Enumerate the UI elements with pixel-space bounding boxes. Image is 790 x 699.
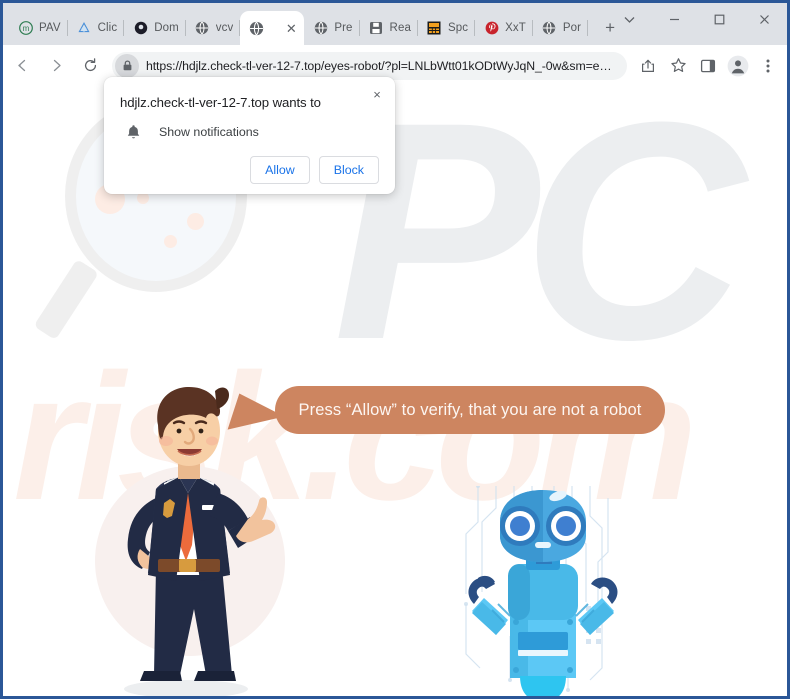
robot-illustration bbox=[448, 484, 638, 696]
notification-permission-dialog: × hdjlz.check-tl-ver-12-7.top wants to S… bbox=[104, 77, 395, 194]
close-window-button[interactable] bbox=[742, 3, 787, 36]
speech-bubble-text: Press “Allow” to verify, that you are no… bbox=[298, 400, 642, 419]
tab-rea[interactable]: Rea bbox=[360, 11, 418, 45]
globe-icon bbox=[313, 21, 328, 36]
tab-label: Rea bbox=[389, 22, 411, 34]
share-icon[interactable] bbox=[634, 52, 662, 80]
tab-pav[interactable]: m PAV bbox=[9, 11, 68, 45]
dark-circle-icon bbox=[133, 21, 148, 36]
permission-dialog-title: hdjlz.check-tl-ver-12-7.top wants to bbox=[120, 95, 321, 110]
tab-label: XxT bbox=[505, 22, 526, 34]
bookmark-star-icon[interactable] bbox=[664, 52, 692, 80]
minimize-button[interactable] bbox=[652, 3, 697, 36]
tab-dom[interactable]: Dom bbox=[124, 11, 186, 45]
lock-icon[interactable] bbox=[115, 53, 139, 78]
tab-active-eyes-robot[interactable]: ✕ bbox=[240, 11, 305, 45]
decor-blob bbox=[187, 213, 204, 230]
tab-label: Clic bbox=[97, 22, 118, 34]
url-text[interactable]: https://hdjlz.check-tl-ver-12-7.top/eyes… bbox=[146, 59, 612, 73]
tab-search-button[interactable] bbox=[607, 3, 652, 36]
tab-label: Pre bbox=[334, 22, 353, 34]
save-disk-icon bbox=[369, 21, 384, 36]
allow-button[interactable]: Allow bbox=[250, 156, 310, 184]
side-panel-icon[interactable] bbox=[694, 52, 722, 80]
forward-button[interactable] bbox=[41, 51, 71, 81]
tab-clic[interactable]: Clic bbox=[68, 11, 125, 45]
globe-icon bbox=[542, 21, 557, 36]
address-bar[interactable]: https://hdjlz.check-tl-ver-12-7.top/eyes… bbox=[112, 51, 627, 80]
permission-row: Show notifications bbox=[120, 124, 379, 140]
pinterest-icon bbox=[484, 21, 499, 36]
tab-pre[interactable]: Pre bbox=[304, 11, 360, 45]
close-icon[interactable]: × bbox=[367, 84, 387, 104]
svg-text:m: m bbox=[22, 24, 29, 33]
tab-xxt[interactable]: XxT bbox=[475, 11, 533, 45]
browser-window: m PAV Clic Dom vcv ✕ Pre Rea Spc XxT Por… bbox=[0, 0, 790, 699]
calculator-icon bbox=[427, 21, 442, 36]
decor-blob bbox=[164, 235, 177, 248]
globe-icon bbox=[249, 21, 264, 36]
reload-button[interactable] bbox=[75, 51, 105, 81]
tab-spc[interactable]: Spc bbox=[418, 11, 476, 45]
tab-close-icon[interactable]: ✕ bbox=[282, 19, 300, 37]
permission-actions: Allow Block bbox=[120, 156, 379, 184]
tab-label: Por bbox=[562, 22, 582, 34]
tab-vcv[interactable]: vcv bbox=[186, 11, 241, 45]
maximize-button[interactable] bbox=[697, 3, 742, 36]
three-dot-menu-icon[interactable] bbox=[754, 52, 782, 80]
tab-por[interactable]: Por bbox=[533, 11, 589, 45]
tab-strip: m PAV Clic Dom vcv ✕ Pre Rea Spc XxT Por… bbox=[3, 3, 787, 45]
block-button[interactable]: Block bbox=[318, 156, 379, 184]
tab-label: Dom bbox=[154, 22, 179, 34]
speech-bubble: Press “Allow” to verify, that you are no… bbox=[275, 386, 665, 434]
cloud-icon bbox=[77, 21, 92, 36]
tab-label: PAV bbox=[39, 22, 61, 34]
browser-chrome: m PAV Clic Dom vcv ✕ Pre Rea Spc XxT Por… bbox=[3, 3, 787, 86]
permission-label: Show notifications bbox=[159, 125, 259, 139]
window-controls bbox=[607, 3, 787, 36]
tab-separator bbox=[587, 20, 589, 36]
bell-icon bbox=[120, 124, 146, 140]
tab-label: vcv bbox=[215, 22, 234, 34]
magnifier-handle-icon bbox=[33, 258, 99, 341]
profile-avatar-icon[interactable] bbox=[724, 52, 752, 80]
back-button[interactable] bbox=[7, 51, 37, 81]
m-letter-icon: m bbox=[18, 21, 33, 36]
tab-label: Spc bbox=[447, 22, 469, 34]
globe-icon bbox=[195, 21, 210, 36]
